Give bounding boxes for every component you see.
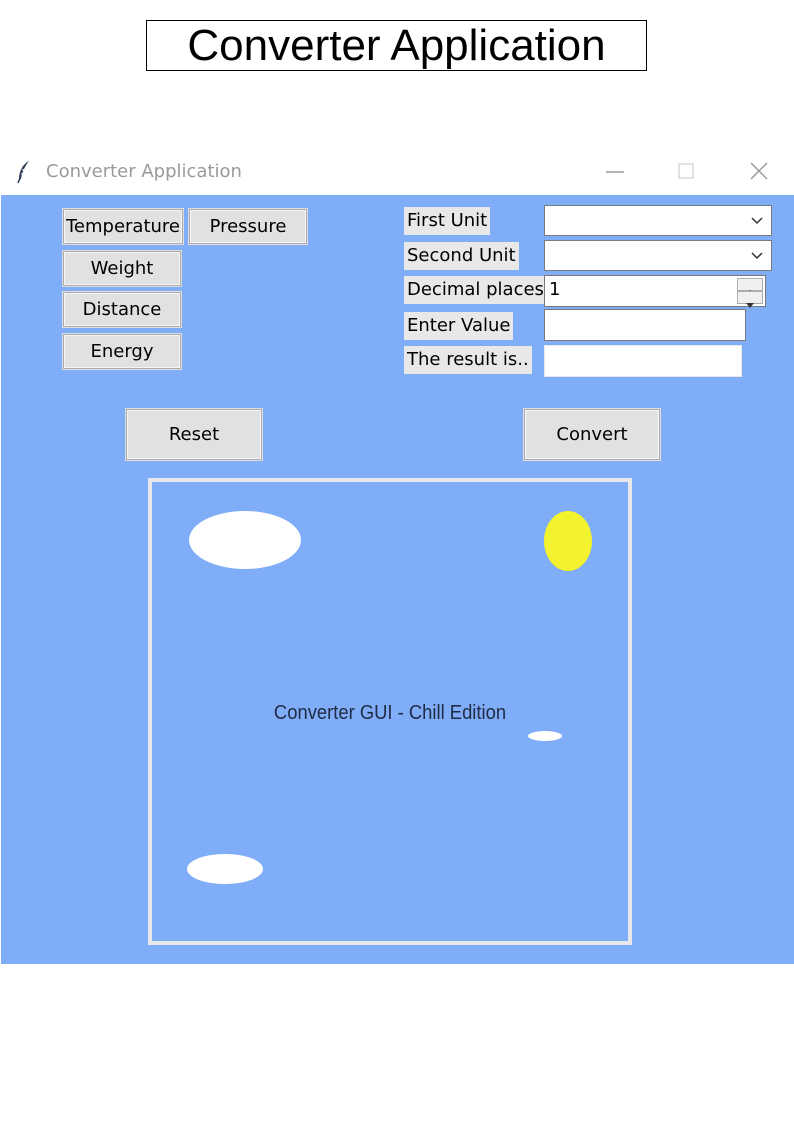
chevron-down-icon[interactable]: [749, 248, 765, 264]
scene-canvas: Converter GUI - Chill Edition: [148, 478, 632, 945]
first-unit-select[interactable]: [544, 205, 772, 236]
title-bar[interactable]: Converter Application: [0, 148, 794, 195]
feather-icon: [17, 161, 29, 184]
weight-button[interactable]: Weight: [63, 251, 181, 286]
second-unit-select[interactable]: [544, 240, 772, 271]
decimal-places-label: Decimal places: [404, 276, 547, 304]
spin-up-button[interactable]: [737, 278, 763, 295]
cloud-large: [189, 511, 301, 569]
convert-button[interactable]: Convert: [524, 409, 660, 460]
enter-value-label: Enter Value: [404, 312, 514, 340]
sun: [544, 511, 592, 571]
temperature-button[interactable]: Temperature: [63, 209, 183, 244]
maximize-icon[interactable]: [671, 158, 701, 186]
spin-buttons: [737, 276, 765, 308]
page-heading: Converter Application: [146, 20, 647, 71]
first-unit-label: First Unit: [404, 207, 491, 235]
minimize-icon[interactable]: [600, 158, 630, 186]
spin-down-button[interactable]: [737, 291, 763, 308]
chevron-down-icon[interactable]: [749, 213, 765, 229]
main-panel: Temperature Pressure Weight Distance Ene…: [1, 195, 794, 964]
cloud-small: [528, 731, 562, 741]
distance-button[interactable]: Distance: [63, 292, 181, 327]
app-window: Converter Application Temperature Pressu…: [0, 148, 794, 964]
decimal-places-value: 1: [549, 279, 561, 300]
pressure-button[interactable]: Pressure: [189, 209, 307, 244]
result-output: [544, 345, 742, 377]
second-unit-label: Second Unit: [404, 242, 519, 270]
reset-button[interactable]: Reset: [126, 409, 262, 460]
result-label: The result is..: [404, 346, 532, 374]
energy-button[interactable]: Energy: [63, 334, 181, 369]
window-title: Converter Application: [46, 161, 242, 182]
decimal-places-spinbox[interactable]: 1: [544, 275, 766, 308]
enter-value-input[interactable]: [544, 309, 746, 341]
canvas-caption: Converter GUI - Chill Edition: [273, 702, 507, 724]
close-icon[interactable]: [744, 158, 774, 186]
cloud-medium: [187, 854, 263, 884]
